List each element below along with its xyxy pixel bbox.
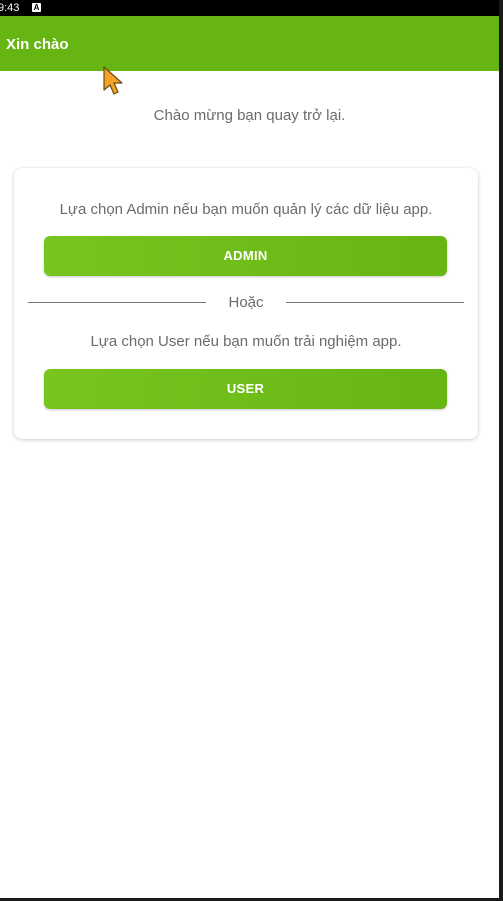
welcome-text: Chào mừng bạn quay trở lại. [153, 107, 346, 124]
app-bar-title: Xin chào [6, 36, 69, 53]
user-description: Lựa chọn User nếu bạn muốn trải nghiệm a… [90, 333, 402, 350]
screen-bezel-right [499, 0, 503, 901]
admin-button[interactable]: ADMIN [44, 236, 447, 276]
app-bar: Xin chào [0, 16, 499, 71]
or-separator-text: Hoặc [228, 294, 264, 311]
role-selection-card: Lựa chọn Admin nếu bạn muốn quản lý các … [14, 168, 478, 439]
divider-right [286, 302, 464, 303]
mouse-cursor-icon [103, 66, 123, 95]
notification-icon: A [32, 3, 41, 12]
app-screen: 9:43 A Xin chào Chào mừng bạn quay trở l… [0, 0, 503, 901]
admin-description: Lựa chọn Admin nếu bạn muốn quản lý các … [59, 201, 433, 218]
status-time: 9:43 [0, 2, 20, 14]
divider-left [28, 302, 206, 303]
status-bar: 9:43 A [0, 0, 499, 16]
user-button[interactable]: USER [44, 369, 447, 409]
